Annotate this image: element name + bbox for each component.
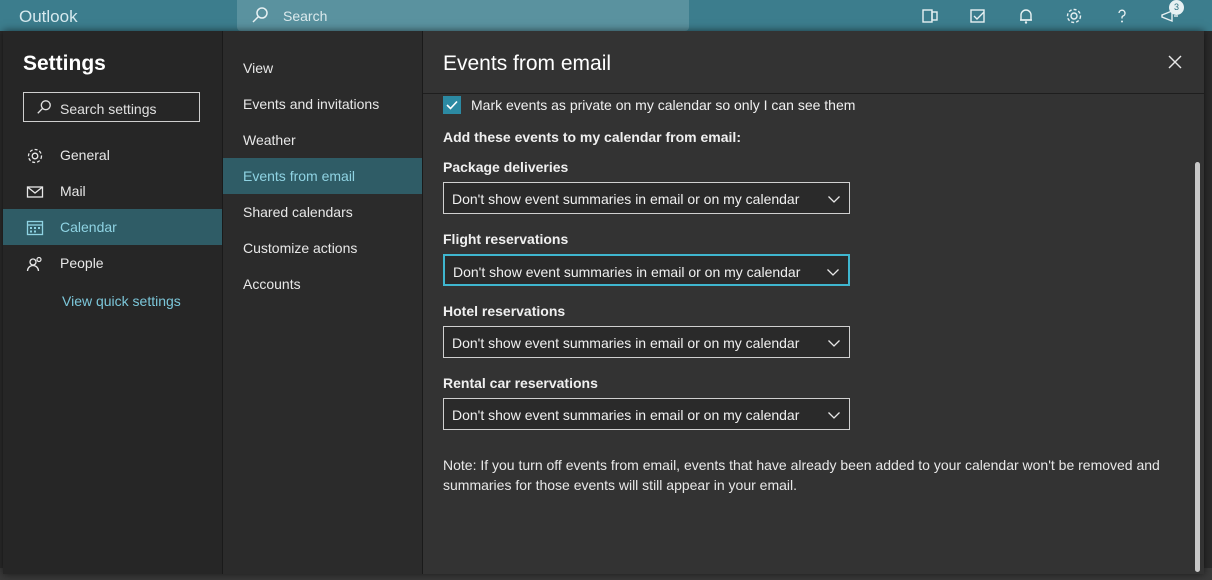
feedback-icon[interactable]: 3 — [1146, 0, 1194, 31]
global-search[interactable]: Search — [237, 0, 689, 31]
settings-categories: Settings Search settings General Mail Ca… — [3, 31, 223, 574]
subnav-events-from-email[interactable]: Events from email — [223, 158, 422, 194]
dropdown-value: Don't show event summaries in email or o… — [453, 264, 801, 280]
scrollbar[interactable] — [1195, 162, 1200, 572]
todo-icon[interactable] — [954, 0, 1002, 31]
gear-icon — [26, 147, 44, 165]
bell-icon[interactable] — [1002, 0, 1050, 31]
dropdown-value: Don't show event summaries in email or o… — [452, 335, 800, 351]
section-heading: Add these events to my calendar from ema… — [443, 129, 741, 145]
dropdown-value: Don't show event summaries in email or o… — [452, 191, 800, 207]
subnav-accounts[interactable]: Accounts — [223, 266, 422, 302]
checkmark-icon — [446, 100, 458, 110]
category-mail[interactable]: Mail — [3, 173, 222, 209]
subnav-customize-actions[interactable]: Customize actions — [223, 230, 422, 266]
private-events-label: Mark events as private on my calendar so… — [471, 97, 856, 113]
top-icons: 3 — [906, 0, 1194, 31]
chevron-down-icon — [828, 196, 840, 203]
subnav-weather[interactable]: Weather — [223, 122, 422, 158]
close-button[interactable] — [1166, 53, 1184, 71]
chevron-down-icon — [827, 269, 839, 276]
view-quick-settings-link[interactable]: View quick settings — [62, 293, 181, 309]
app-title[interactable]: Outlook — [19, 7, 78, 27]
category-list: General Mail Calendar People — [3, 137, 222, 281]
settings-title: Settings — [23, 52, 106, 75]
note-text: Note: If you turn off events from email,… — [443, 457, 1160, 493]
calendar-subnav: View Events and invitations Weather Even… — [223, 31, 423, 574]
search-icon — [36, 99, 52, 120]
subnav-events-and-invitations[interactable]: Events and invitations — [223, 86, 422, 122]
category-calendar[interactable]: Calendar — [3, 209, 222, 245]
flight-reservations-dropdown[interactable]: Don't show event summaries in email or o… — [443, 254, 850, 286]
category-label: People — [60, 255, 104, 271]
category-label: Calendar — [60, 219, 117, 235]
subnav-view[interactable]: View — [223, 50, 422, 86]
calendar-icon — [26, 219, 44, 237]
subnav-shared-calendars[interactable]: Shared calendars — [223, 194, 422, 230]
chevron-down-icon — [828, 340, 840, 347]
chevron-down-icon — [828, 412, 840, 419]
top-bar: Outlook Search 3 — [0, 0, 1212, 31]
people-icon — [26, 255, 44, 273]
search-settings-input[interactable]: Search settings — [23, 92, 200, 122]
private-events-option: Mark events as private on my calendar so… — [443, 94, 855, 116]
close-icon — [1168, 55, 1182, 69]
gear-icon[interactable] — [1050, 0, 1098, 31]
office-icon[interactable] — [906, 0, 954, 31]
search-placeholder: Search — [283, 8, 328, 24]
notification-badge: 3 — [1169, 0, 1184, 15]
dropdown-value: Don't show event summaries in email or o… — [452, 407, 800, 423]
flight-reservations-label: Flight reservations — [443, 231, 569, 247]
category-general[interactable]: General — [3, 137, 222, 173]
subnav-list: View Events and invitations Weather Even… — [223, 50, 422, 302]
category-label: Mail — [60, 183, 86, 199]
hotel-reservations-dropdown[interactable]: Don't show event summaries in email or o… — [443, 326, 850, 358]
package-deliveries-dropdown[interactable]: Don't show event summaries in email or o… — [443, 182, 850, 214]
help-icon[interactable] — [1098, 0, 1146, 31]
settings-content: Events from email Mark events as private… — [423, 31, 1204, 574]
category-label: General — [60, 147, 110, 163]
rental-car-reservations-label: Rental car reservations — [443, 375, 598, 391]
package-deliveries-label: Package deliveries — [443, 159, 569, 175]
mail-icon — [26, 183, 44, 201]
hotel-reservations-label: Hotel reservations — [443, 303, 566, 319]
private-events-checkbox[interactable] — [443, 96, 461, 114]
page-title: Events from email — [443, 52, 612, 75]
search-icon — [251, 6, 269, 29]
search-settings-placeholder: Search settings — [60, 101, 157, 117]
settings-dialog: Settings Search settings General Mail Ca… — [3, 31, 1204, 574]
category-people[interactable]: People — [3, 245, 222, 281]
rental-car-reservations-dropdown[interactable]: Don't show event summaries in email or o… — [443, 398, 850, 430]
